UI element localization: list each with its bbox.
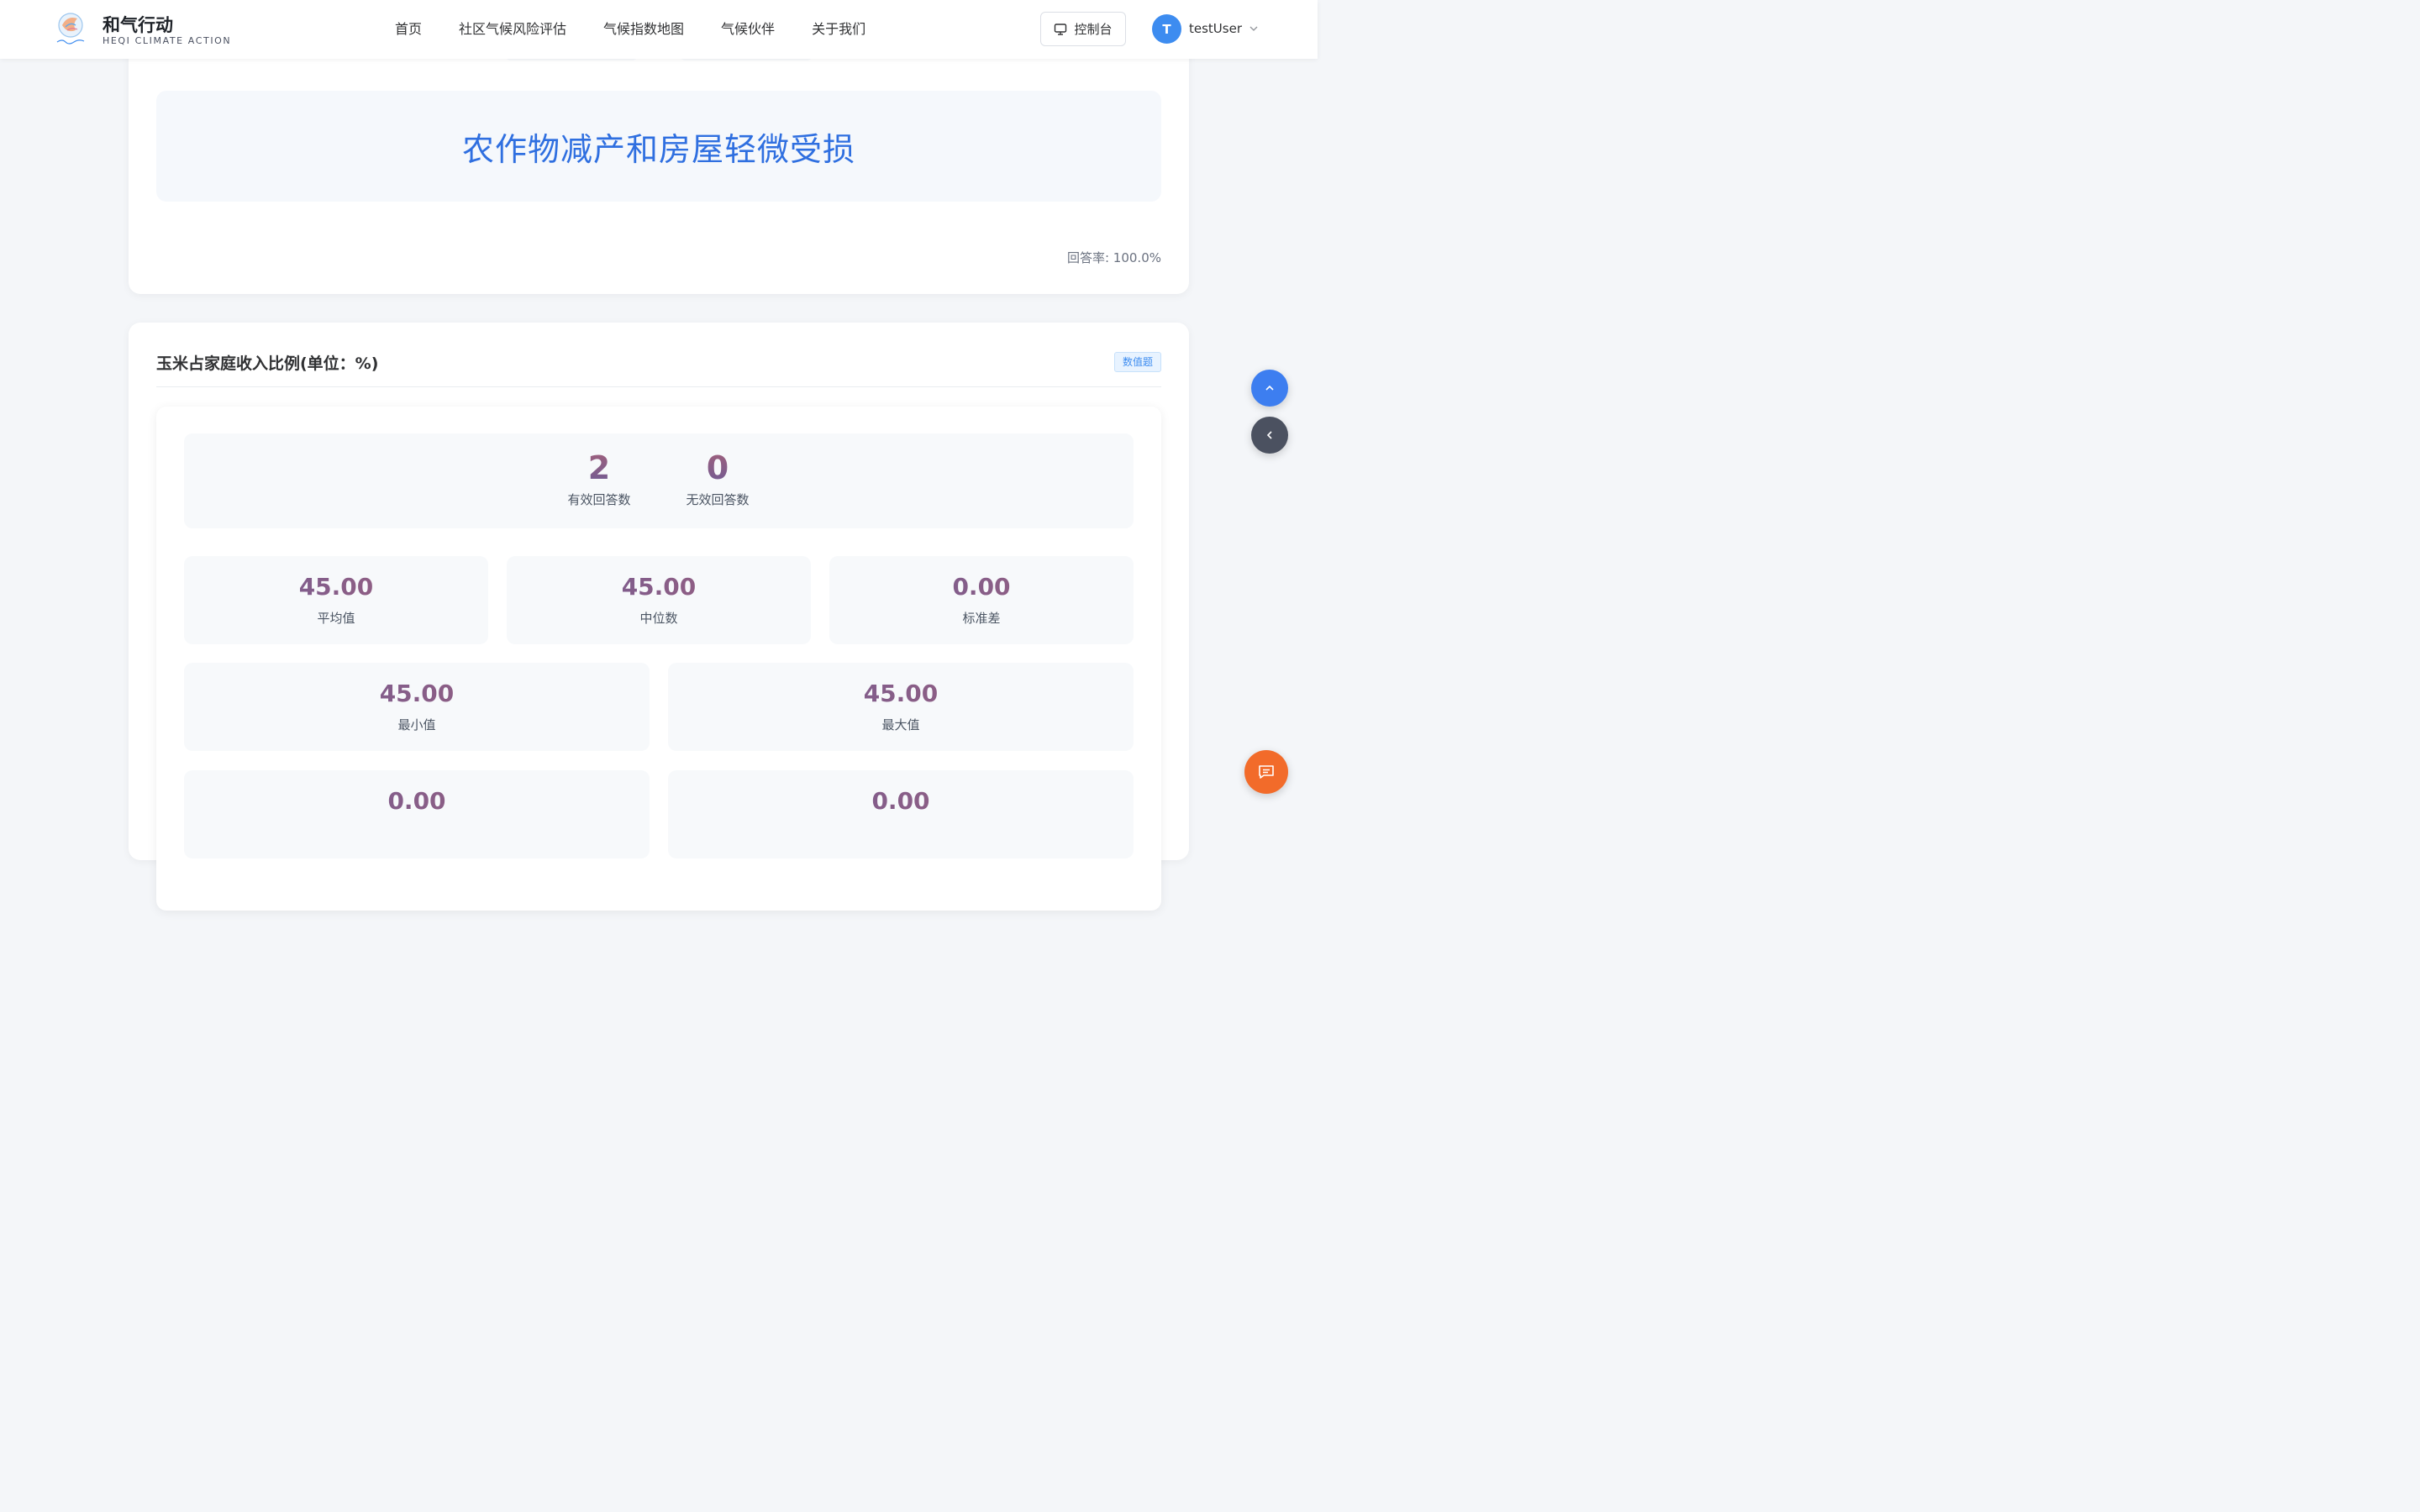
stat-max-label: 最大值	[881, 717, 920, 732]
chat-button[interactable]	[1244, 750, 1288, 794]
question-type-badge: 数值题	[1113, 352, 1161, 372]
invalid-count: 0 无效回答数	[667, 449, 768, 508]
stat-std-dev-value: 0.00	[829, 573, 1134, 601]
response-rate: 回答率: 100.0%	[1066, 250, 1161, 265]
heqi-logo-icon[interactable]	[55, 12, 86, 47]
monitor-icon	[1055, 23, 1067, 35]
answer-box: 农作物减产和房屋轻微受损	[156, 91, 1161, 202]
stat-extra-1: 0.00	[184, 770, 650, 858]
stat-extra-2: 0.00	[668, 770, 1134, 858]
valid-count: 2 有效回答数	[549, 449, 650, 508]
stat-median-value: 45.00	[507, 573, 811, 601]
chat-icon	[1259, 765, 1274, 779]
nav-item-about-us[interactable]: 关于我们	[812, 20, 865, 39]
stat-min-label: 最小值	[397, 717, 436, 732]
stat-mean-label: 平均值	[317, 611, 355, 626]
stat-max: 45.00 最大值	[668, 663, 1134, 751]
question-title: 玉米占家庭收入比例(单位：%)	[156, 354, 379, 373]
nav-item-risk-assessment[interactable]: 社区气候风险评估	[459, 20, 566, 39]
stat-mean-value: 45.00	[184, 573, 488, 601]
chevron-down-icon[interactable]	[1249, 24, 1259, 33]
stat-mean: 45.00 平均值	[184, 556, 488, 644]
nav-item-climate-partners[interactable]: 气候伙伴	[721, 20, 775, 39]
stat-std-dev: 0.00 标准差	[829, 556, 1134, 644]
stat-extra-1-value: 0.00	[184, 787, 650, 816]
top-header: 和气行动 HEQI CLIMATE ACTION 首页 社区气候风险评估 气候指…	[0, 0, 1318, 59]
nav-item-climate-index-map[interactable]: 气候指数地图	[603, 20, 684, 39]
divider	[156, 386, 1161, 387]
answer-text: 农作物减产和房屋轻微受损	[461, 130, 855, 168]
stat-max-value: 45.00	[668, 680, 1134, 708]
response-count-box: 2 有效回答数 0 无效回答数	[184, 433, 1134, 528]
console-button[interactable]: 控制台	[1040, 12, 1126, 46]
chevron-up-icon	[1265, 385, 1274, 391]
stat-median: 45.00 中位数	[507, 556, 811, 644]
back-button[interactable]	[1251, 417, 1288, 454]
stat-median-label: 中位数	[639, 611, 678, 626]
stat-extra-2-value: 0.00	[668, 787, 1134, 816]
question-card: 玉米占家庭收入比例(单位：%) 数值题 2 有效回答数 0 无效回答数 45.0…	[129, 323, 1189, 911]
console-button-label: 控制台	[1074, 22, 1113, 37]
chevron-left-icon	[1266, 431, 1272, 439]
username[interactable]: testUser	[1189, 21, 1242, 36]
main-nav: 首页 社区气候风险评估 气候指数地图 气候伙伴 关于我们	[395, 20, 902, 39]
stat-min: 45.00 最小值	[184, 663, 650, 751]
stat-min-value: 45.00	[184, 680, 650, 708]
invalid-count-label: 无效回答数	[686, 492, 750, 507]
invalid-count-value: 0	[667, 449, 768, 487]
valid-count-value: 2	[549, 449, 650, 487]
brand-name: 和气行动	[103, 15, 173, 35]
nav-item-home[interactable]: 首页	[395, 20, 422, 39]
stats-panel: 2 有效回答数 0 无效回答数 45.00 平均值 45.00 中位数 0.00…	[156, 407, 1161, 911]
answer-card: 农作物减产和房屋轻微受损 回答率: 100.0%	[129, 34, 1189, 294]
brand-subtitle: HEQI CLIMATE ACTION	[103, 35, 232, 46]
valid-count-label: 有效回答数	[567, 492, 631, 507]
user-avatar[interactable]: T	[1152, 14, 1181, 44]
stat-std-dev-label: 标准差	[962, 611, 1001, 626]
scroll-to-top-button[interactable]	[1251, 370, 1288, 407]
